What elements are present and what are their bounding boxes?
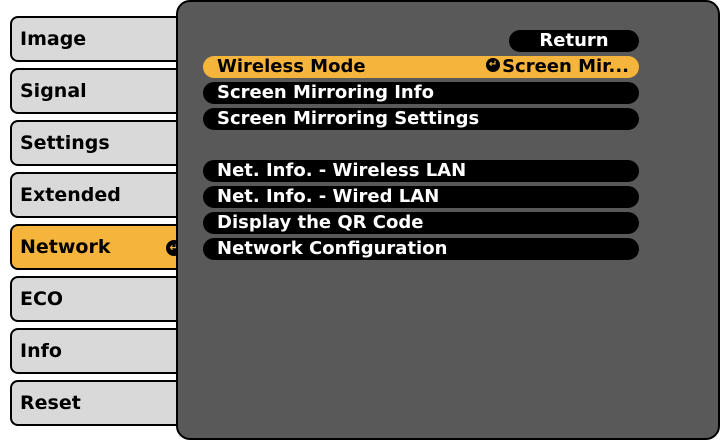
sidebar-item-label: Image (20, 28, 87, 50)
menu-row-label: Net. Info. - Wired LAN (217, 186, 440, 207)
sidebar-item-extended[interactable]: Extended (10, 172, 186, 218)
sidebar-item-label: Network (20, 236, 111, 258)
menu-row-network-configuration[interactable]: Network Configuration (203, 238, 639, 260)
sidebar-item-label: Extended (20, 184, 121, 206)
network-menu-panel: Return Wireless Mode ↵ Screen Mir... Scre… (176, 0, 720, 440)
menu-row-label: Net. Info. - Wireless LAN (217, 160, 467, 181)
menu-row-label: Display the QR Code (217, 212, 424, 233)
wireless-mode-value: Screen Mir... (502, 56, 629, 77)
sidebar-item-label: Info (20, 340, 62, 362)
menu-row-display-qr-code[interactable]: Display the QR Code (203, 212, 639, 234)
sidebar-item-network[interactable]: Network ↵ (10, 224, 186, 270)
sidebar-item-info[interactable]: Info (10, 328, 186, 374)
menu-row-label: Screen Mirroring Info (217, 82, 434, 103)
menu-row-net-info-wired-lan[interactable]: Net. Info. - Wired LAN (203, 186, 639, 208)
sidebar-item-eco[interactable]: ECO (10, 276, 186, 322)
menu-row-label: Wireless Mode (217, 56, 366, 77)
menu-row-screen-mirroring-info[interactable]: Screen Mirroring Info (203, 82, 639, 104)
sidebar-item-label: Reset (20, 392, 81, 414)
sidebar-item-settings[interactable]: Settings (10, 120, 186, 166)
sidebar-item-image[interactable]: Image (10, 16, 186, 62)
menu-row-net-info-wireless-lan[interactable]: Net. Info. - Wireless LAN (203, 160, 639, 182)
enter-icon: ↵ (486, 58, 501, 72)
sidebar-item-label: ECO (20, 288, 64, 310)
menu-row-wireless-mode[interactable]: Wireless Mode ↵ Screen Mir... (203, 56, 639, 78)
sidebar-item-reset[interactable]: Reset (10, 380, 186, 426)
sidebar-item-label: Settings (20, 132, 110, 154)
menu-row-value: ↵ Screen Mir... (486, 56, 629, 78)
return-button[interactable]: Return (509, 30, 639, 52)
sidebar-item-signal[interactable]: Signal (10, 68, 186, 114)
menu-row-screen-mirroring-settings[interactable]: Screen Mirroring Settings (203, 108, 639, 130)
menu-row-label: Network Configuration (217, 238, 448, 259)
sidebar-item-label: Signal (20, 80, 87, 102)
menu-row-label: Screen Mirroring Settings (217, 108, 480, 129)
sidebar: Image Signal Settings Extended Network ↵… (0, 0, 186, 440)
